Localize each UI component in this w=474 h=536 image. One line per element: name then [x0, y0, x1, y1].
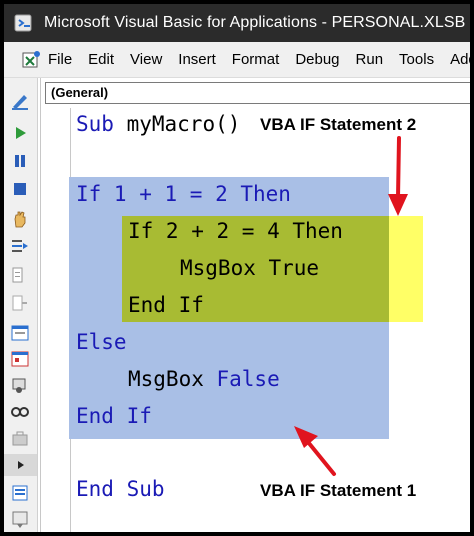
code-line-else[interactable]: Else	[76, 329, 127, 355]
stop-icon[interactable]	[9, 178, 31, 200]
code-line-if2[interactable]: If 2 + 2 = 4 Then	[128, 218, 343, 244]
menu-edit[interactable]: Edit	[88, 51, 114, 68]
object-browser-icon[interactable]	[9, 374, 31, 396]
code-line-sub[interactable]: Sub myMacro()	[76, 111, 240, 137]
step-out-icon[interactable]	[9, 292, 31, 314]
design-mode-icon[interactable]	[9, 90, 31, 112]
step-over-icon[interactable]	[9, 264, 31, 286]
left-toolbar	[4, 78, 38, 532]
object-combo[interactable]: (General)	[45, 82, 470, 104]
annotation-if-statement-2: VBA IF Statement 2	[260, 115, 417, 134]
menu-format[interactable]: Format	[232, 51, 280, 68]
vba-editor-window: Microsoft Visual Basic for Applications …	[4, 4, 470, 532]
menu-run[interactable]: Run	[356, 51, 384, 68]
msgbox-true-value: True	[255, 256, 320, 280]
menu-tools[interactable]: Tools	[399, 51, 434, 68]
msgbox-function: MsgBox	[180, 256, 256, 280]
toolbox-icon[interactable]	[9, 428, 31, 450]
code-line-endif2[interactable]: End If	[128, 292, 204, 318]
expand-icon[interactable]	[4, 454, 37, 476]
menu-file[interactable]: File	[48, 51, 72, 68]
menu-view[interactable]: View	[130, 51, 162, 68]
menu-debug[interactable]: Debug	[295, 51, 339, 68]
hand-icon[interactable]	[9, 208, 31, 230]
project-icon[interactable]	[9, 508, 31, 530]
arrow-to-statement-1	[294, 426, 336, 476]
menu-addins[interactable]: Add-I	[450, 51, 470, 68]
code-line-msgbox-false[interactable]: MsgBox False	[128, 366, 280, 392]
msgbox-function: MsgBox	[128, 367, 204, 391]
excel-view-icon[interactable]	[20, 49, 42, 71]
annotation-if-statement-1: VBA IF Statement 1	[260, 481, 417, 500]
module-icon[interactable]	[9, 482, 31, 504]
pause-icon[interactable]	[9, 150, 31, 172]
properties-icon[interactable]	[9, 348, 31, 370]
step-into-icon[interactable]	[9, 236, 31, 258]
window-title: Microsoft Visual Basic for Applications …	[44, 14, 470, 31]
sub-name: myMacro()	[113, 112, 241, 136]
code-line-endsub[interactable]: End Sub	[76, 476, 165, 502]
run-icon[interactable]	[9, 122, 31, 144]
userform-icon[interactable]	[9, 322, 31, 344]
menu-insert[interactable]: Insert	[178, 51, 216, 68]
menu-bar: File Edit View Insert Format Debug Run T…	[4, 42, 470, 78]
msgbox-false-value: False	[203, 367, 280, 391]
title-bar: Microsoft Visual Basic for Applications …	[4, 4, 470, 42]
watch-icon[interactable]	[9, 400, 31, 422]
vba-app-icon	[14, 12, 36, 34]
code-line-msgbox-true[interactable]: MsgBox True	[180, 255, 319, 281]
code-line-if1[interactable]: If 1 + 1 = 2 Then	[76, 181, 291, 207]
arrow-to-statement-2	[388, 136, 408, 216]
code-line-endif1[interactable]: End If	[76, 403, 152, 429]
sub-keyword: Sub	[76, 112, 114, 136]
